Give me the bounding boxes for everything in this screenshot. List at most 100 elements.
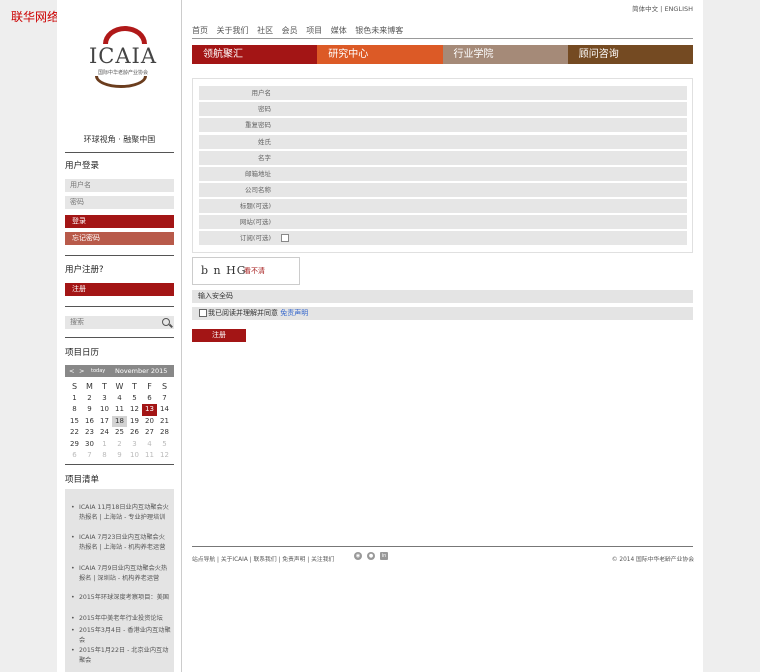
captcha-input[interactable]: 输入安全码 <box>192 290 693 303</box>
calendar-dow: S <box>71 382 78 391</box>
calendar-day[interactable]: 19 <box>127 416 142 428</box>
nav-home[interactable]: 首页 <box>192 26 208 35</box>
calendar-day[interactable]: 24 <box>97 427 112 439</box>
search-icon[interactable] <box>162 318 170 326</box>
email-field[interactable]: 邮箱地址 <box>199 167 687 181</box>
calendar-day[interactable]: 25 <box>112 427 127 439</box>
weixin-icon[interactable]: ◉ <box>354 552 362 560</box>
linkedin-icon[interactable]: in <box>380 552 388 560</box>
calendar-day[interactable]: 16 <box>82 416 97 428</box>
category-tabs: 领航聚汇 研究中心 行业学院 顾问咨询 <box>192 45 693 64</box>
nav-projects[interactable]: 项目 <box>306 26 322 35</box>
calendar-day[interactable]: 4 <box>142 439 157 451</box>
divider <box>65 306 174 307</box>
calendar-day[interactable]: 6 <box>142 393 157 405</box>
company-field[interactable]: 公司名称 <box>199 183 687 197</box>
calendar-prev-icon[interactable]: < <box>69 367 74 375</box>
calendar-dow: W <box>115 382 124 391</box>
calendar-day[interactable]: 14 <box>157 404 172 416</box>
username-field[interactable]: 用户名 <box>199 86 687 100</box>
tab-research[interactable]: 研究中心 <box>317 45 443 64</box>
calendar-day[interactable]: 17 <box>97 416 112 428</box>
search-input[interactable]: 搜索 <box>65 316 174 329</box>
calendar-day[interactable]: 8 <box>97 450 112 462</box>
register-title: 用户注册? <box>65 265 104 275</box>
calendar-day[interactable]: 9 <box>82 404 97 416</box>
calendar-day[interactable]: 5 <box>157 439 172 451</box>
calendar-day[interactable]: 22 <box>67 427 82 439</box>
calendar-week: 1234567 <box>67 393 172 405</box>
nav-about[interactable]: 关于我们 <box>217 26 249 35</box>
nav-media[interactable]: 媒体 <box>331 26 347 35</box>
calendar-day[interactable]: 11 <box>142 450 157 462</box>
calendar-day[interactable]: 21 <box>157 416 172 428</box>
logo-swoosh-icon <box>103 26 147 44</box>
calendar-day[interactable]: 23 <box>82 427 97 439</box>
calendar-next-icon[interactable]: > <box>79 367 84 375</box>
calendar-day[interactable]: 7 <box>157 393 172 405</box>
captcha-box: b n HG 看不清 <box>192 257 300 285</box>
captcha-refresh-link[interactable]: 看不清 <box>244 266 265 276</box>
logo-subtitle: 国际中华老龄产业协会 <box>97 70 148 76</box>
tab-leadership[interactable]: 领航聚汇 <box>192 45 318 64</box>
calendar-day[interactable]: 6 <box>67 450 82 462</box>
calendar-day[interactable]: 15 <box>67 416 82 428</box>
disclaimer-link[interactable]: 免责声明 <box>280 309 308 317</box>
nav-members[interactable]: 会员 <box>282 26 298 35</box>
agree-checkbox[interactable] <box>199 309 207 317</box>
tab-academy[interactable]: 行业学院 <box>442 45 568 64</box>
calendar-day[interactable]: 11 <box>112 404 127 416</box>
calendar-today-button[interactable]: today <box>91 368 105 374</box>
slogan: 环球视角 · 融聚中国 <box>83 135 156 144</box>
calendar-day[interactable]: 5 <box>127 393 142 405</box>
nav-divider <box>192 38 693 39</box>
calendar-day[interactable]: 18 <box>112 415 127 427</box>
calendar-dow: F <box>147 382 152 391</box>
login-password-input[interactable]: 密码 <box>65 196 174 209</box>
title-field[interactable]: 标题(可选) <box>199 199 687 213</box>
calendar-week: 15 16 17 18 19 20 21 <box>67 415 172 428</box>
subscribe-checkbox[interactable] <box>281 234 289 242</box>
calendar-day[interactable]: 12 <box>157 450 172 462</box>
calendar-day[interactable]: 1 <box>97 439 112 451</box>
calendar-day[interactable]: 10 <box>97 404 112 416</box>
calendar-day[interactable]: 10 <box>127 450 142 462</box>
login-button[interactable]: 登录 <box>65 215 174 228</box>
register-button[interactable]: 注册 <box>192 329 246 342</box>
calendar-day[interactable]: 8 <box>67 404 82 416</box>
calendar-day[interactable]: 27 <box>142 427 157 439</box>
calendar-day[interactable]: 29 <box>67 439 82 451</box>
first-name-field[interactable]: 名字 <box>199 151 687 165</box>
copyright: © 2014 国际中华老龄产业协会 <box>611 557 694 563</box>
calendar-day[interactable]: 3 <box>127 439 142 451</box>
calendar-day[interactable]: 12 <box>127 404 142 416</box>
nav-community[interactable]: 社区 <box>257 26 273 35</box>
calendar-day[interactable]: 2 <box>82 393 97 405</box>
calendar-day[interactable]: 3 <box>97 393 112 405</box>
password-field[interactable]: 密码 <box>199 102 687 116</box>
calendar-day[interactable]: 2 <box>112 439 127 451</box>
calendar-day[interactable]: 13 <box>142 404 157 416</box>
calendar-day[interactable]: 30 <box>82 439 97 451</box>
nav-blog[interactable]: 银色未来博客 <box>355 26 403 35</box>
footer-links[interactable]: 站点导航 | 关于ICAIA | 联系我们 | 免责声明 | 关注我们 <box>192 554 334 563</box>
login-username-input[interactable]: 用户名 <box>65 179 174 192</box>
last-name-field[interactable]: 姓氏 <box>199 135 687 149</box>
forgot-password-button[interactable]: 忘记密码 <box>65 232 174 245</box>
lang-en-link[interactable]: ENGLISH <box>664 5 693 13</box>
weibo-icon[interactable]: ● <box>367 552 375 560</box>
calendar-day[interactable]: 4 <box>112 393 127 405</box>
calendar-day[interactable]: 26 <box>127 427 142 439</box>
tab-consulting[interactable]: 顾问咨询 <box>567 45 693 64</box>
lang-zh-link[interactable]: 简体中文 <box>632 5 658 13</box>
calendar-day[interactable]: 28 <box>157 427 172 439</box>
calendar-week: 29 30 1 2 3 4 5 <box>67 439 172 451</box>
calendar-day[interactable]: 7 <box>82 450 97 462</box>
icaia-logo[interactable]: ICAIA 国际中华老龄产业协会 <box>83 26 163 96</box>
calendar-day[interactable]: 9 <box>112 450 127 462</box>
sidebar-register-button[interactable]: 注册 <box>65 283 174 296</box>
repeat-password-field[interactable]: 重复密码 <box>199 118 687 132</box>
calendar-day[interactable]: 1 <box>67 393 82 405</box>
website-field[interactable]: 网站(可选) <box>199 215 687 229</box>
calendar-day[interactable]: 20 <box>142 416 157 428</box>
